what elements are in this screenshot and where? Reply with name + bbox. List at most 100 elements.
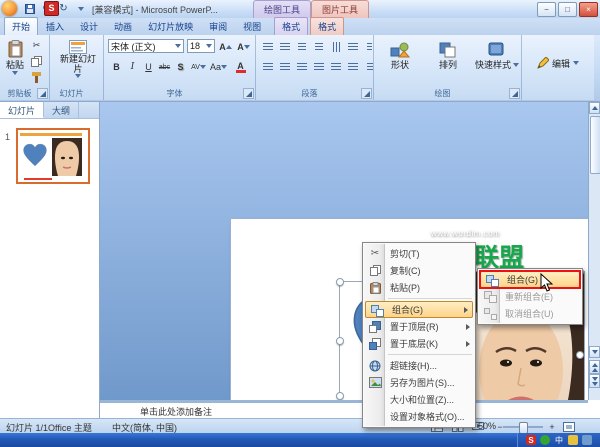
submenu-item-label: 组合(G) [507, 275, 538, 285]
menu-item-format-object[interactable]: 设置对象格式(O)... [364, 408, 474, 425]
menu-item-group[interactable]: 组合(G) [365, 301, 473, 318]
tray-blue-icon[interactable] [582, 435, 592, 445]
dialog-launcher-icon[interactable] [361, 88, 372, 99]
dropdown-arrow-icon [221, 65, 228, 69]
decrease-indent-button[interactable] [293, 39, 310, 55]
line-spacing-button[interactable] [344, 39, 361, 55]
tray-green-icon[interactable] [540, 435, 550, 445]
minimize-button[interactable]: − [537, 2, 556, 17]
scrollbar-thumb[interactable] [590, 116, 600, 174]
font-name-combobox[interactable]: 宋体 (正文) [108, 39, 184, 53]
font-size-value: 18 [190, 41, 201, 51]
selection-handle[interactable] [336, 392, 344, 400]
menu-item-copy[interactable]: 复制(C) [364, 262, 474, 279]
underline-button[interactable]: U [140, 59, 157, 75]
menu-item-size-and-position[interactable]: 大小和位置(Z)... [364, 391, 474, 408]
strikethrough-button[interactable]: abc [156, 59, 173, 75]
fit-to-window-button[interactable] [560, 420, 578, 434]
previous-slide-button[interactable] [589, 360, 600, 374]
snagit-overlay-icon[interactable]: S [44, 1, 59, 16]
dropdown-arrow-icon [199, 65, 206, 69]
maximize-button[interactable]: □ [558, 2, 577, 17]
tab-slideshow[interactable]: 幻灯片放映 [140, 17, 201, 35]
text-shadow-button[interactable]: S [172, 59, 189, 75]
align-center-button[interactable] [276, 59, 293, 75]
bullet-list-button[interactable] [259, 39, 276, 55]
quick-styles-icon [488, 42, 504, 56]
editing-button[interactable]: 编辑 [528, 45, 588, 81]
scroll-up-button[interactable] [589, 102, 600, 114]
menu-item-hyperlink[interactable]: 超链接(H)... [364, 357, 474, 374]
copy-button[interactable] [28, 53, 45, 69]
notes-pane[interactable]: 单击此处添加备注 [100, 400, 588, 418]
new-slide-button[interactable]: 新建幻灯片 [55, 37, 101, 87]
slide-editing-area[interactable]: www.wordlm.com Word联盟 [100, 102, 600, 447]
tab-view[interactable]: 视图 [235, 17, 269, 35]
italic-button[interactable]: I [124, 59, 141, 75]
format-painter-button[interactable] [28, 69, 45, 85]
text-direction-icon [331, 42, 340, 52]
tray-yellow-icon[interactable] [568, 435, 578, 445]
menu-item-bring-to-front[interactable]: 置于顶层(R) [364, 318, 474, 335]
dropdown-arrow-icon [12, 71, 18, 75]
character-spacing-button[interactable]: AV [190, 59, 207, 75]
slides-pane-tab[interactable]: 幻灯片 [0, 102, 45, 118]
tab-design[interactable]: 设计 [72, 17, 106, 35]
scroll-down-button[interactable] [589, 346, 600, 358]
tab-insert[interactable]: 插入 [38, 17, 72, 35]
arrange-button[interactable]: 排列 [425, 38, 471, 86]
align-right-button[interactable] [293, 59, 310, 75]
tab-animations[interactable]: 动画 [106, 17, 140, 35]
align-text-button[interactable] [344, 59, 361, 75]
dropdown-arrow-icon [175, 44, 181, 48]
numbered-list-button[interactable] [276, 39, 293, 55]
shapes-button[interactable]: 形状 [377, 38, 423, 86]
distribute-button[interactable] [327, 59, 344, 75]
tab-home[interactable]: 开始 [4, 17, 39, 35]
tray-s-icon[interactable]: S [526, 435, 536, 445]
close-button[interactable]: × [579, 2, 598, 17]
distribute-icon [330, 63, 341, 71]
save-button[interactable] [22, 2, 37, 15]
outline-pane-tab[interactable]: 大纲 [44, 102, 80, 118]
paste-icon [8, 40, 22, 58]
menu-item-send-to-back[interactable]: 置于底层(K) [364, 335, 474, 352]
tab-review[interactable]: 审阅 [201, 17, 235, 35]
text-direction-button[interactable] [327, 39, 344, 55]
tab-format-drawing[interactable]: 格式 [274, 17, 309, 35]
menu-item-cut[interactable]: ✂ 剪切(T) [364, 245, 474, 262]
cut-button[interactable]: ✂ [28, 37, 45, 53]
increase-indent-icon [314, 43, 323, 51]
dialog-launcher-icon[interactable] [243, 88, 254, 99]
submenu-item-group[interactable]: 组合(G) [479, 270, 581, 289]
increase-indent-button[interactable] [310, 39, 327, 55]
vertical-scrollbar[interactable] [588, 102, 600, 400]
menu-item-save-as-picture[interactable]: 另存为图片(S)... [364, 374, 474, 391]
menu-item-paste[interactable]: 粘贴(P) [364, 279, 474, 296]
selection-handle[interactable] [336, 278, 344, 286]
grow-font-button[interactable]: A [217, 39, 234, 55]
slide-thumbnail[interactable] [16, 128, 90, 184]
zoom-in-button[interactable]: + [546, 420, 558, 434]
regroup-icon [482, 289, 498, 304]
shrink-font-button[interactable]: A [235, 39, 252, 55]
justify-button[interactable] [310, 59, 327, 75]
qat-dropdown-button[interactable] [73, 2, 88, 15]
change-case-button[interactable]: Aa [210, 59, 228, 75]
quick-styles-button[interactable]: 快速样式 [473, 38, 521, 86]
shapes-label: 形状 [390, 60, 409, 70]
next-slide-button[interactable] [589, 374, 600, 388]
align-left-button[interactable] [259, 59, 276, 75]
tab-format-picture[interactable]: 格式 [310, 17, 345, 35]
selection-handle[interactable] [336, 337, 344, 345]
font-size-combobox[interactable]: 18 [187, 39, 215, 53]
selection-handle[interactable] [576, 351, 584, 359]
office-button[interactable] [2, 1, 17, 16]
paste-button[interactable]: 粘贴 [2, 37, 28, 87]
tray-language-icon[interactable]: 中 [554, 435, 564, 445]
bold-button[interactable]: B [108, 59, 125, 75]
font-color-button[interactable]: A [232, 59, 249, 75]
dialog-launcher-icon[interactable] [509, 88, 520, 99]
clipboard-group-label: 剪贴板 [7, 89, 32, 98]
dialog-launcher-icon[interactable] [37, 88, 48, 99]
